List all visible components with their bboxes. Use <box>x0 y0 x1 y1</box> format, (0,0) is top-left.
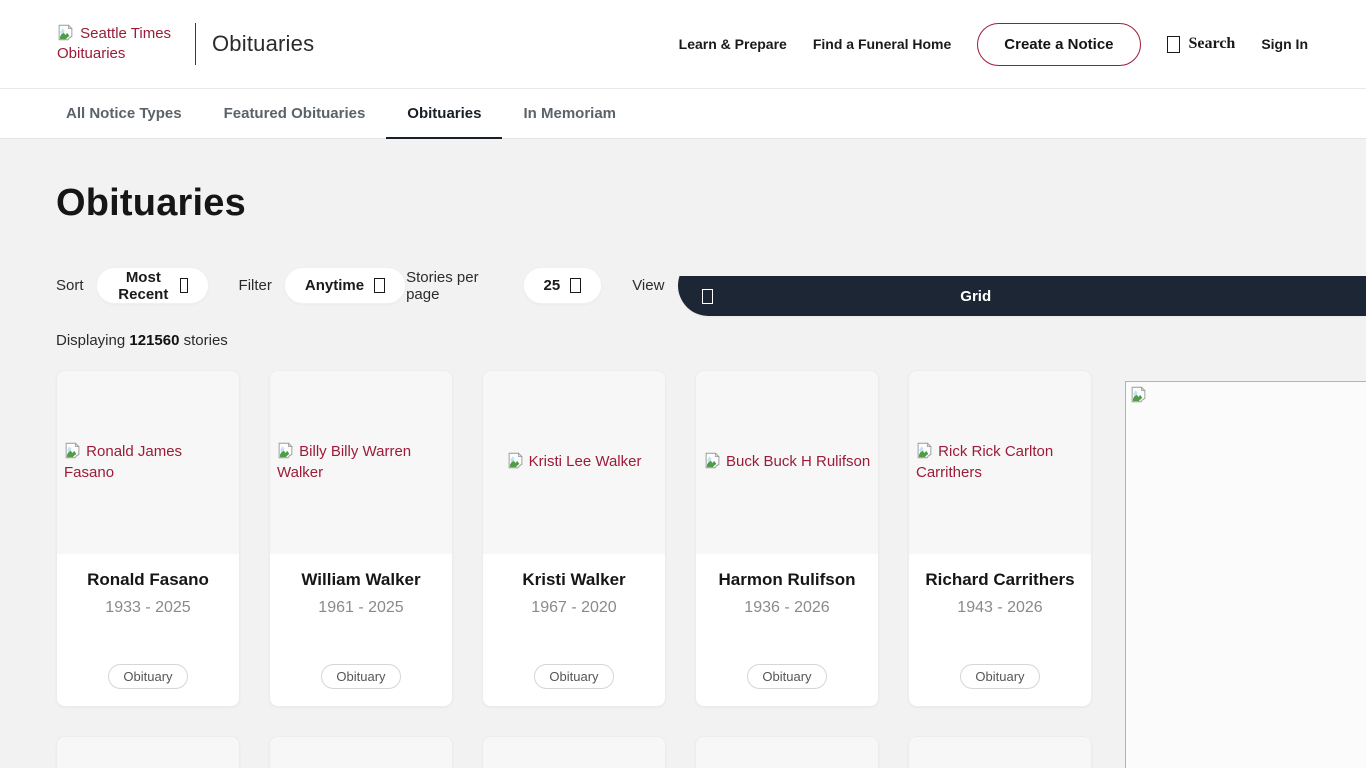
view-toggle: Grid List <box>678 255 1366 316</box>
header-section-title: Obituaries <box>212 31 314 57</box>
obituary-card[interactable]: Ronald James Fasano Ronald Fasano 1933 -… <box>56 370 240 707</box>
results-count-prefix: Displaying <box>56 332 125 349</box>
card-badge: Obituary <box>747 664 826 689</box>
obituary-card[interactable] <box>269 736 453 768</box>
tab-featured-obituaries[interactable]: Featured Obituaries <box>203 89 387 138</box>
per-page-label: Stories per page <box>406 269 510 303</box>
nav-learn-prepare[interactable]: Learn & Prepare <box>679 36 787 52</box>
card-info: Kristi Walker 1967 - 2020 Obituary <box>483 554 665 706</box>
card-photo-area: Billy Billy Warren Walker <box>270 371 452 554</box>
search-icon <box>1167 36 1180 53</box>
card-image-alt: Buck Buck H Rulifson <box>726 453 870 470</box>
card-years: 1936 - 2026 <box>744 599 829 617</box>
sort-label: Sort <box>56 277 84 294</box>
obituary-card[interactable]: Buck Buck H Rulifson Harmon Rulifson 193… <box>695 370 879 707</box>
chevron-down-icon <box>570 278 581 293</box>
sort-value: Most Recent <box>117 269 171 303</box>
ad-frame <box>1125 381 1366 768</box>
card-badge: Obituary <box>960 664 1039 689</box>
per-page-dropdown[interactable]: 25 <box>523 267 603 304</box>
tab-in-memoriam[interactable]: In Memoriam <box>502 89 637 138</box>
site-header: Seattle Times Obituaries Obituaries Lear… <box>0 0 1366 88</box>
card-info: Ronald Fasano 1933 - 2025 Obituary <box>57 554 239 706</box>
nav-find-funeral-home[interactable]: Find a Funeral Home <box>813 36 951 52</box>
view-grid-label: Grid <box>894 288 1057 305</box>
obituary-card[interactable]: Rick Rick Carlton Carrithers Richard Car… <box>908 370 1092 707</box>
card-info: Harmon Rulifson 1936 - 2026 Obituary <box>696 554 878 706</box>
results-count-number: 121560 <box>129 332 179 349</box>
card-badge: Obituary <box>321 664 400 689</box>
card-photo-area: Ronald James Fasano <box>57 371 239 554</box>
obituary-card[interactable] <box>56 736 240 768</box>
card-years: 1933 - 2025 <box>105 599 190 617</box>
card-name: Harmon Rulifson <box>719 570 856 590</box>
obituary-card[interactable] <box>482 736 666 768</box>
results-count-suffix: stories <box>184 332 228 349</box>
page-title: Obituaries <box>56 182 1310 225</box>
tab-obituaries[interactable]: Obituaries <box>386 89 502 138</box>
results-count: Displaying 121560 stories <box>56 332 1310 349</box>
obituary-grid: Ronald James Fasano Ronald Fasano 1933 -… <box>56 370 1092 707</box>
broken-image-icon <box>704 452 721 469</box>
broken-image-icon <box>57 24 74 41</box>
grid-icon <box>702 289 713 304</box>
site-logo[interactable]: Seattle Times Obituaries <box>57 24 183 65</box>
filter-value: Anytime <box>305 277 364 294</box>
tab-all-notice-types[interactable]: All Notice Types <box>45 89 203 138</box>
card-years: 1967 - 2020 <box>531 599 616 617</box>
sign-in-button[interactable]: Sign In <box>1261 36 1308 52</box>
card-photo-area: Kristi Lee Walker <box>483 371 665 554</box>
view-label: View <box>632 277 664 294</box>
broken-image-icon <box>64 442 81 459</box>
search-label: Search <box>1189 35 1236 53</box>
chevron-down-icon <box>180 278 187 293</box>
header-divider <box>195 23 196 65</box>
card-photo-area: Rick Rick Carlton Carrithers <box>909 371 1091 554</box>
obituary-card[interactable]: Kristi Lee Walker Kristi Walker 1967 - 2… <box>482 370 666 707</box>
create-notice-button[interactable]: Create a Notice <box>977 23 1140 66</box>
card-name: Richard Carrithers <box>925 570 1074 590</box>
list-controls: Sort Most Recent Filter Anytime Stories … <box>56 255 1310 316</box>
card-badge: Obituary <box>534 664 613 689</box>
filter-label: Filter <box>239 277 272 294</box>
card-name: Ronald Fasano <box>87 570 209 590</box>
obituary-grid-row2 <box>56 736 1092 768</box>
broken-image-icon <box>916 442 933 459</box>
obituary-card[interactable]: Billy Billy Warren Walker William Walker… <box>269 370 453 707</box>
per-page-value: 25 <box>544 277 561 294</box>
broken-image-icon <box>1130 386 1147 403</box>
chevron-down-icon <box>374 278 385 293</box>
broken-image-icon <box>277 442 294 459</box>
broken-image-icon <box>507 452 524 469</box>
view-grid-button[interactable]: Grid <box>678 276 1366 316</box>
notice-type-tabbar: All Notice Types Featured Obituaries Obi… <box>0 88 1366 139</box>
sort-dropdown[interactable]: Most Recent <box>96 267 209 304</box>
card-name: Kristi Walker <box>522 570 625 590</box>
card-photo-area: Buck Buck H Rulifson <box>696 371 878 554</box>
controls-right: Stories per page 25 View Grid List <box>406 255 1366 316</box>
filter-dropdown[interactable]: Anytime <box>284 267 406 304</box>
card-badge: Obituary <box>108 664 187 689</box>
obituary-card[interactable] <box>695 736 879 768</box>
card-years: 1961 - 2025 <box>318 599 403 617</box>
broken-image-slot <box>57 25 80 42</box>
card-info: William Walker 1961 - 2025 Obituary <box>270 554 452 706</box>
search-button[interactable]: Search <box>1167 35 1236 53</box>
card-years: 1943 - 2026 <box>957 599 1042 617</box>
card-name: William Walker <box>301 570 420 590</box>
card-image-alt: Kristi Lee Walker <box>529 453 642 470</box>
header-nav: Learn & Prepare Find a Funeral Home Crea… <box>679 23 1308 66</box>
card-info: Richard Carrithers 1943 - 2026 Obituary <box>909 554 1091 706</box>
obituary-card[interactable] <box>908 736 1092 768</box>
